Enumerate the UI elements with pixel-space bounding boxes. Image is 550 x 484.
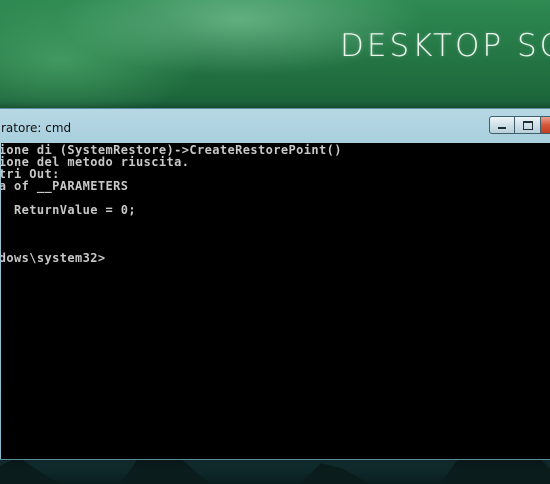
title-bar[interactable]: ratore: cmd X <box>0 109 550 139</box>
cmd-window[interactable]: ratore: cmd X Esecuzione di (SystemResto… <box>0 108 550 460</box>
console-area[interactable]: Esecuzione di (SystemRestore)->CreateRes… <box>1 143 550 459</box>
close-button[interactable]: X <box>541 116 550 134</box>
window-title: ratore: cmd <box>1 121 72 135</box>
console-output: Esecuzione di (SystemRestore)->CreateRes… <box>1 144 342 264</box>
maximize-icon <box>522 120 533 130</box>
minimize-button[interactable] <box>489 116 515 134</box>
wallpaper-brand-text: DESKTOP SOLU <box>340 28 550 64</box>
minimize-icon <box>498 126 506 129</box>
console-line: istanza of __PARAMETERS <box>1 179 129 193</box>
console-line: ReturnValue = 0; <box>13 203 136 217</box>
desktop: DESKTOP SOLU ratore: cmd X Esecuzione di <box>0 0 550 484</box>
console-prompt[interactable]: C:\Windows\system32> <box>1 251 106 265</box>
caption-buttons: X <box>489 116 550 134</box>
maximize-button[interactable] <box>515 116 541 134</box>
